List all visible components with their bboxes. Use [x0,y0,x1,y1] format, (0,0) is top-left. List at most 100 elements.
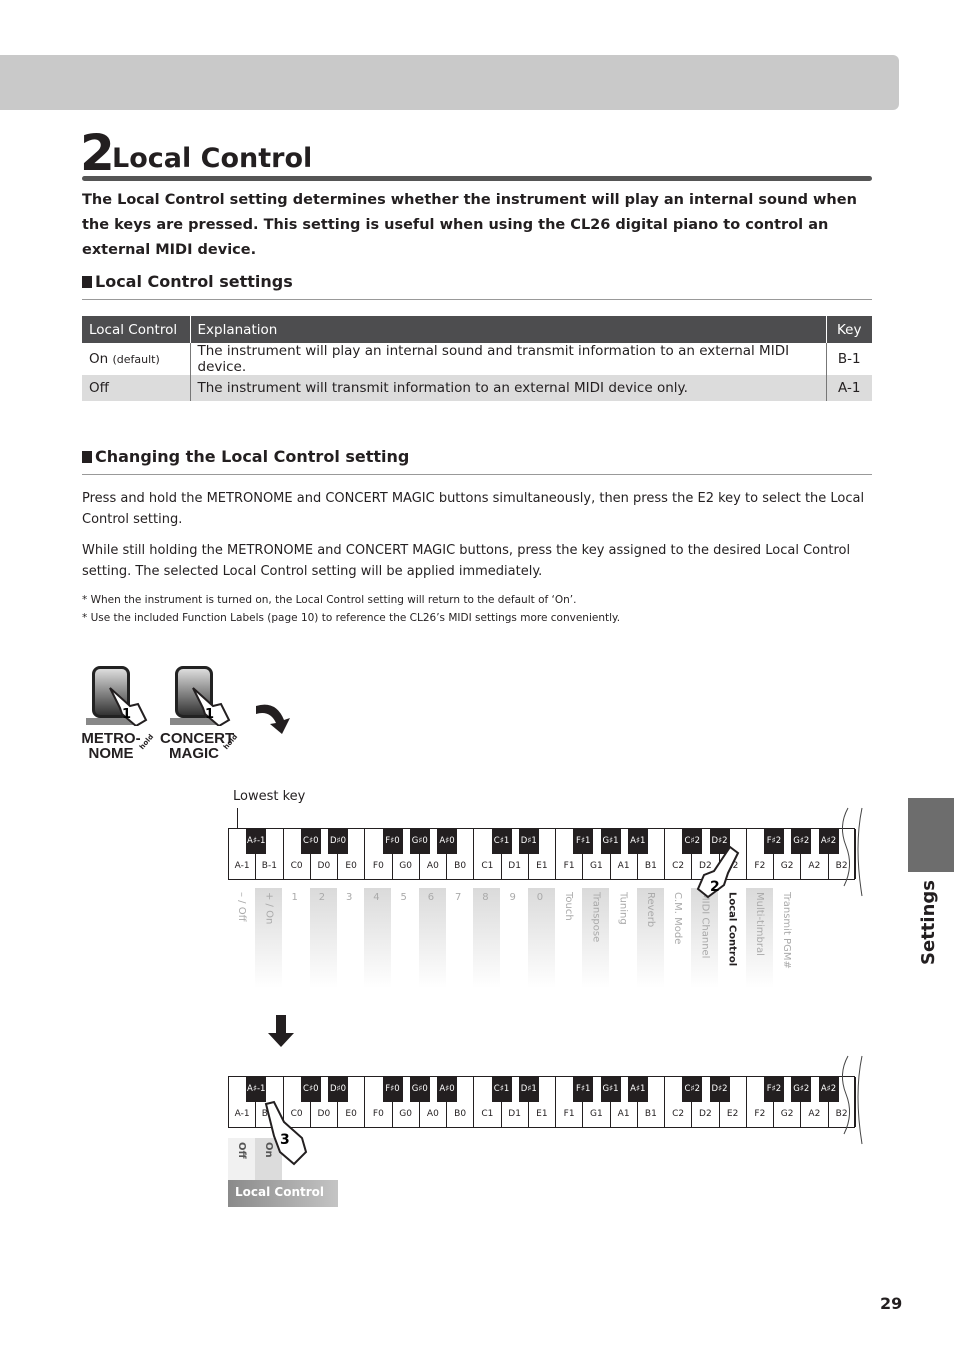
black-key[interactable]: G♯2 [791,1077,812,1102]
black-key[interactable]: C♯2 [682,1077,703,1102]
svg-text:1: 1 [205,707,214,722]
table-row: Off The instrument will transmit informat… [82,375,872,401]
cell-explanation: The instrument will play an internal sou… [189,343,826,375]
function-label: 1 [291,892,298,903]
black-key[interactable]: C♯1 [491,1077,512,1102]
keyboard-continuation-icon [842,807,863,897]
table-header: Local Control Explanation Key [82,316,872,343]
black-key[interactable]: D♯0 [328,829,348,854]
function-label: 4 [364,888,392,988]
black-key[interactable]: F♯0 [382,1077,403,1102]
settings-heading: Local Control settings [82,272,872,300]
metronome-button: METRO- NOME 1 hold [80,666,155,761]
local-control-caption: Local Control [228,1180,338,1207]
page-number: 29 [880,1294,903,1313]
section-number: 2 [80,124,115,182]
keyboard-step3: A-1B-1C0D0E0F0G0A0B0C1D1E1F1G1A1B1C2D2E2… [228,1076,856,1128]
hand-pointer-icon: 2 [696,845,740,899]
col-header: Local Control [82,316,190,343]
function-label: 6 [418,888,446,988]
black-key[interactable]: A♯1 [627,829,648,854]
hand-pointer-icon: 3 [264,1100,308,1166]
black-key[interactable]: G♯1 [600,829,621,854]
footnote: * When the instrument is turned on, the … [82,594,577,606]
settings-table: Local Control Explanation Key On (default)… [82,316,872,401]
black-key[interactable]: A♯1 [627,1077,648,1102]
black-key[interactable]: C♯0 [300,829,321,854]
function-label: 9 [509,892,516,903]
keyboard-step2: A-1B-1C0D0E0F0G0A0B0C1D1E1F1G1A1B1C2D2E2… [228,828,856,880]
footnote: * Use the included Function Labels (page… [82,612,621,624]
function-label: Touch [563,892,574,921]
cell-explanation: The instrument will transmit information… [189,375,826,401]
function-labels: – / Off + / On 1 2 3 4 5 6 7 8 9 0 Touch Transpose Tun… [228,888,828,988]
black-key[interactable]: F♯1 [573,1077,594,1102]
intro-text: The Local Control setting determines whe… [82,192,857,258]
black-key[interactable]: G♯0 [409,829,430,854]
changing-heading: Changing the Local Control setting [82,447,872,475]
function-label: Transmit PGM# [781,892,792,969]
function-label: 0 [527,888,555,988]
function-label: Transpose [582,888,610,988]
bullet-icon [82,451,92,463]
col-header: Explanation [189,316,826,343]
cell-setting: On (default) [89,351,160,367]
side-tab [908,798,954,872]
option-off: Off [228,1138,255,1180]
cell-setting: Off [82,375,190,401]
function-label: C.M. Mode [672,892,683,945]
paragraph: Press and hold the METRONOME and CONCERT… [82,491,865,527]
black-key[interactable]: D♯1 [518,829,539,854]
page-title: Local Control [112,143,313,174]
changing-heading-text: Changing the Local Control setting [95,447,410,466]
cell-key: B-1 [825,343,872,375]
bullet-icon [82,276,92,288]
hand-pointer-icon: 1 [192,687,231,726]
black-key[interactable]: F♯2 [764,1077,784,1102]
function-label: Reverb [636,888,664,988]
function-label: 5 [400,892,407,903]
black-key[interactable]: D♯0 [328,1077,348,1102]
side-tab-label: Settings [918,880,939,965]
keyboard-continuation-icon [842,1055,863,1145]
header-bar [0,55,899,110]
function-label: 8 [473,888,501,988]
function-label: – / Off [236,892,247,922]
hand-pointer-icon: 1 [109,687,148,726]
black-key[interactable]: A♯0 [437,829,457,854]
function-label: 2 [309,888,337,988]
black-key[interactable]: G♯2 [791,829,812,854]
function-label: Local Control [726,892,738,967]
paragraph: While still holding the METRONOME and CO… [82,543,851,579]
curved-arrow-icon [256,704,290,734]
table-row: On (default) The instrument will play an … [82,343,872,375]
settings-heading-text: Local Control settings [95,272,293,291]
black-key[interactable]: G♯0 [409,1077,430,1102]
lowest-key-label: Lowest key [233,789,306,804]
black-key[interactable]: A♯0 [437,1077,457,1102]
black-key[interactable]: D♯1 [518,1077,539,1102]
down-arrow-icon [268,1015,294,1047]
title-rule [82,176,872,181]
cell-key: A-1 [825,375,872,401]
function-label: MIDI Channel [691,888,719,988]
black-key[interactable]: A♯-1 [246,829,267,854]
svg-text:3: 3 [280,1132,290,1148]
function-label: Multi-timbral [745,888,773,988]
col-header: Key [825,316,872,343]
black-key[interactable]: F♯1 [573,829,594,854]
function-label: Tuning [617,892,629,925]
black-key[interactable]: D♯2 [709,1077,730,1102]
function-label: 3 [346,892,353,903]
black-key[interactable]: C♯1 [491,829,512,854]
black-key[interactable]: G♯1 [600,1077,621,1102]
black-key[interactable]: A♯-1 [246,1077,267,1102]
function-label: + / On [255,888,283,988]
black-key[interactable]: F♯2 [764,829,784,854]
svg-text:2: 2 [710,879,720,895]
concert-magic-button: CONCERT MAGIC 1 hold [160,666,239,761]
black-key[interactable]: C♯0 [300,1077,321,1102]
function-label: 7 [455,892,462,903]
svg-text:1: 1 [122,707,131,722]
black-key[interactable]: F♯0 [382,829,403,854]
